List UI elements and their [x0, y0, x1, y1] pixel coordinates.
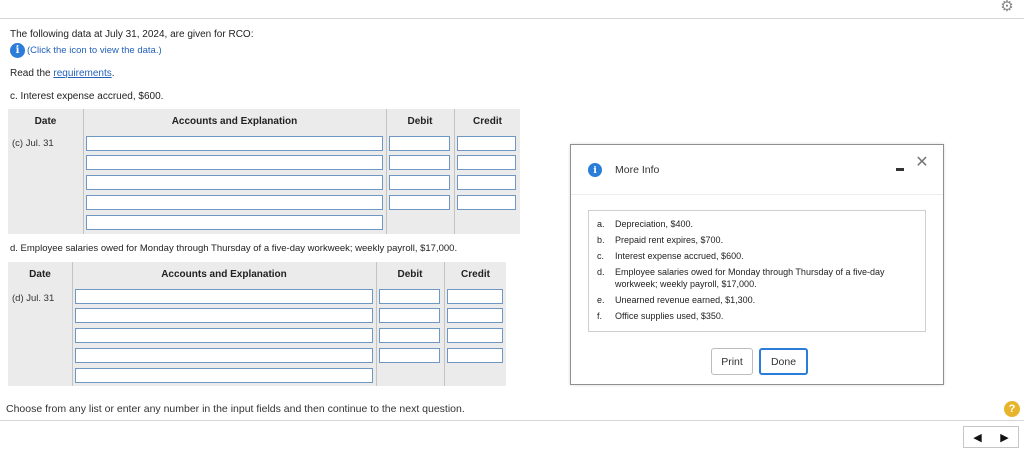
print-button[interactable]: Print — [711, 348, 753, 375]
column-header-date: Date — [29, 269, 51, 280]
close-icon[interactable]: ✕ — [914, 155, 930, 171]
account-input-d-3[interactable] — [75, 328, 373, 343]
debit-input-c-3[interactable] — [389, 175, 450, 190]
prev-arrow-icon[interactable]: ◀ — [973, 431, 981, 444]
more-info-dialog: i More Info ✕ a. Depreciation, $400. b. … — [570, 144, 944, 385]
help-icon[interactable]: ? — [1004, 401, 1020, 417]
journal-table-d: Date Accounts and Explanation Debit Cred… — [8, 262, 506, 386]
debit-input-d-1[interactable] — [379, 289, 440, 304]
account-input-d-1[interactable] — [75, 289, 373, 304]
account-input-c-2[interactable] — [86, 155, 383, 170]
list-item: d. Employee salaries owed for Monday thr… — [597, 266, 917, 290]
requirements-link[interactable]: requirements — [53, 68, 111, 79]
list-item: c. Interest expense accrued, $600. — [597, 250, 917, 262]
item-text: Employee salaries owed for Monday throug… — [615, 267, 885, 289]
intro-text: The following data at July 31, 2024, are… — [10, 29, 254, 40]
debit-input-d-4[interactable] — [379, 348, 440, 363]
column-header-debit: Debit — [397, 269, 423, 280]
bottom-divider — [0, 420, 1024, 421]
account-input-d-4[interactable] — [75, 348, 373, 363]
requirements-line: Read the requirements. — [10, 68, 115, 79]
debit-input-c-4[interactable] — [389, 195, 450, 210]
read-prefix: Read the — [10, 68, 54, 79]
item-letter: a. — [597, 219, 605, 229]
column-header-account: Accounts and Explanation — [171, 116, 298, 127]
info-link-text[interactable]: (Click the icon to view the data.) — [27, 45, 162, 56]
account-input-c-5[interactable] — [86, 215, 383, 230]
list-item: e. Unearned revenue earned, $1,300. — [597, 294, 917, 306]
credit-input-d-4[interactable] — [447, 348, 503, 363]
date-cell-c: (c) Jul. 31 — [12, 138, 54, 149]
credit-input-c-1[interactable] — [457, 136, 516, 151]
credit-input-c-4[interactable] — [457, 195, 516, 210]
info-link[interactable]: i (Click the icon to view the data.) — [10, 43, 162, 58]
credit-input-c-3[interactable] — [457, 175, 516, 190]
column-divider — [444, 262, 445, 386]
column-divider — [83, 109, 84, 234]
account-input-c-3[interactable] — [86, 175, 383, 190]
column-header-credit: Credit — [461, 269, 490, 280]
top-divider — [0, 18, 1024, 19]
info-icon[interactable]: i — [10, 43, 25, 58]
credit-input-d-1[interactable] — [447, 289, 503, 304]
item-letter: d. — [597, 267, 605, 277]
dialog-title: More Info — [615, 164, 660, 176]
account-input-d-2[interactable] — [75, 308, 373, 323]
column-divider — [376, 262, 377, 386]
debit-input-c-1[interactable] — [389, 136, 450, 151]
gear-icon[interactable]: ⚙ — [999, 0, 1015, 14]
column-header-date: Date — [34, 116, 57, 127]
journal-table-c: Date Accounts and Explanation Debit Cred… — [8, 109, 520, 234]
instruction-text: Choose from any list or enter any number… — [6, 403, 465, 415]
debit-input-c-2[interactable] — [389, 155, 450, 170]
info-list: a. Depreciation, $400. b. Prepaid rent e… — [588, 210, 926, 332]
column-header-account: Accounts and Explanation — [161, 269, 287, 280]
item-text: Unearned revenue earned, $1,300. — [615, 295, 756, 305]
dialog-divider — [571, 194, 943, 195]
section-d-title: d. Employee salaries owed for Monday thr… — [10, 243, 458, 254]
item-letter: b. — [597, 235, 605, 245]
credit-input-d-3[interactable] — [447, 328, 503, 343]
credit-input-c-2[interactable] — [457, 155, 516, 170]
item-text: Prepaid rent expires, $700. — [615, 235, 724, 245]
read-suffix: . — [111, 68, 115, 79]
date-cell-d: (d) Jul. 31 — [12, 293, 55, 304]
column-header-debit: Debit — [407, 116, 433, 127]
next-arrow-icon[interactable]: ▶ — [1000, 431, 1008, 444]
item-letter: f. — [597, 311, 603, 321]
debit-input-d-3[interactable] — [379, 328, 440, 343]
debit-input-d-2[interactable] — [379, 308, 440, 323]
column-divider — [386, 109, 387, 234]
list-item: a. Depreciation, $400. — [597, 218, 917, 230]
column-divider — [454, 109, 455, 234]
item-letter: e. — [597, 295, 605, 305]
item-text: Interest expense accrued, $600. — [615, 251, 744, 261]
item-letter: c. — [597, 251, 605, 261]
list-item: f. Office supplies used, $350. — [597, 310, 917, 322]
question-nav: ◀ ▶ — [963, 426, 1019, 448]
section-c-title: c. Interest expense accrued, $600. — [10, 91, 164, 102]
column-divider — [72, 262, 73, 386]
item-text: Office supplies used, $350. — [615, 311, 724, 321]
done-button[interactable]: Done — [759, 348, 808, 375]
column-header-credit: Credit — [473, 116, 502, 127]
list-item: b. Prepaid rent expires, $700. — [597, 234, 917, 246]
item-text: Depreciation, $400. — [615, 219, 694, 229]
account-input-c-4[interactable] — [86, 195, 383, 210]
credit-input-d-2[interactable] — [447, 308, 503, 323]
minimize-icon[interactable] — [896, 168, 904, 171]
account-input-d-5[interactable] — [75, 368, 373, 383]
account-input-c-1[interactable] — [86, 136, 383, 151]
info-icon: i — [588, 163, 602, 177]
